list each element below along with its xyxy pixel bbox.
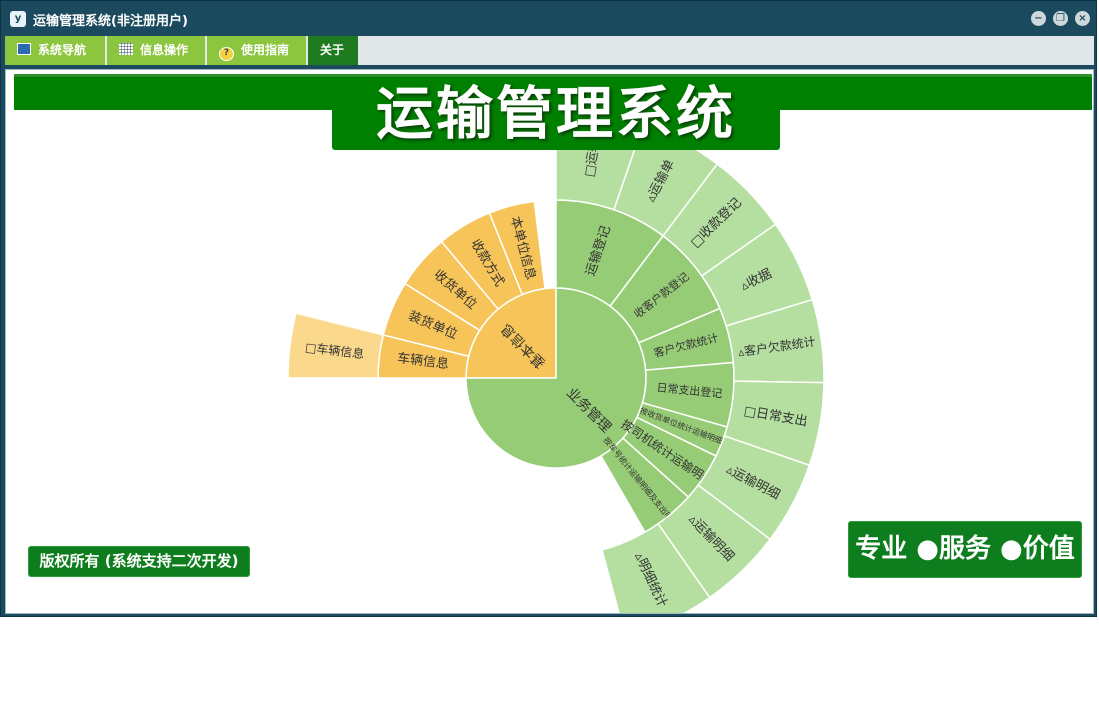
slogan-badge: 专业 ●服务 ●价值: [848, 521, 1082, 578]
banner-title: 运输管理系统: [332, 78, 780, 150]
menu-item-user-guide[interactable]: ? 使用指南: [207, 36, 308, 65]
menu-item-label: 使用指南: [241, 43, 290, 57]
app-logo-icon: y: [10, 11, 26, 27]
menu-item-about[interactable]: 关于: [308, 36, 360, 65]
monitor-icon: [17, 43, 31, 55]
menu-item-label: 系统导航: [38, 43, 87, 57]
copyright-notice: 版权所有 (系统支持二次开发): [28, 546, 250, 577]
minimize-button[interactable]: −: [1031, 11, 1046, 26]
menu-bar: 系统导航 信息操作 ? 使用指南 关于: [5, 36, 1094, 65]
close-button[interactable]: ×: [1075, 11, 1090, 26]
window-title: 运输管理系统(非注册用户): [33, 14, 188, 29]
grid-icon: [119, 43, 133, 55]
main-window: y 运输管理系统(非注册用户) − ❐ × 系统导航 信息操作 ? 使用指南 关于…: [0, 0, 1097, 617]
menu-item-label: 信息操作: [140, 43, 189, 57]
main-content: 基本信息 业务管理 车辆信息 装货单位 收货单位 收款方式 本单位信息 运输登记 收客户款登记客…: [5, 69, 1094, 614]
title-bar[interactable]: y 运输管理系统(非注册用户) − ❐ ×: [1, 1, 1096, 36]
menu-item-system-nav[interactable]: 系统导航: [5, 36, 107, 65]
menu-item-info-ops[interactable]: 信息操作: [107, 36, 207, 65]
sunburst-subitem-0[interactable]: □车辆信息: [287, 312, 385, 379]
restore-button[interactable]: ❐: [1053, 11, 1068, 26]
help-icon: ?: [219, 47, 234, 61]
menu-item-label: 关于: [320, 43, 345, 57]
